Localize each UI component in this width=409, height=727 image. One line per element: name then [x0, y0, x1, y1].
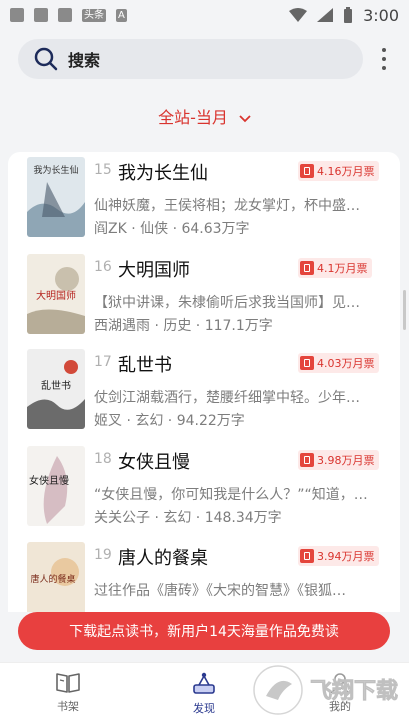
book-title: 女侠且慢 — [118, 452, 190, 473]
book-cover: 乱世书 — [27, 349, 85, 429]
lock-icon — [58, 8, 72, 22]
more-dot — [382, 48, 386, 53]
toutiao-badge: 头条 — [82, 8, 106, 22]
book-title: 我为长生仙 — [118, 163, 208, 184]
chevron-down-icon — [239, 114, 251, 122]
book-meta: 阎ZK · 仙侠 · 64.63万字 — [94, 221, 250, 237]
search-bar[interactable]: 搜索 — [18, 39, 363, 79]
book-description: “女侠且慢，你可知我是什么人？”“知道，… — [94, 487, 368, 503]
open-book-icon — [56, 673, 80, 693]
ticket-icon — [300, 453, 314, 467]
book-description: 仗剑江湖载酒行，楚腰纤细掌中轻。少年… — [94, 390, 360, 406]
book-item[interactable]: 我为长生仙 15 我为长生仙 4.16万月票 仙神妖魔，王侯将相；龙女掌灯，杯中… — [8, 157, 400, 253]
book-cover: 我为长生仙 — [27, 157, 85, 237]
book-rank: 18 — [94, 451, 112, 467]
promo-text: 下载起点读书，新用户14天海量作品免费读 — [69, 624, 339, 640]
download-promo-button[interactable]: 下载起点读书，新用户14天海量作品免费读 — [18, 612, 390, 650]
monthly-ticket-badge: 3.94万月票 — [298, 546, 379, 566]
svg-text:乱世书: 乱世书 — [41, 380, 71, 392]
status-bar: 头条 A 3:00 — [0, 0, 409, 30]
ticket-count: 4.1万月票 — [317, 262, 368, 275]
book-description: 仙神妖魔，王侯将相；龙女掌灯，杯中盛… — [94, 198, 360, 214]
book-meta: 姬叉 · 玄幻 · 94.22万字 — [94, 413, 245, 429]
gallery-icon — [10, 8, 24, 22]
book-list[interactable]: 我为长生仙 15 我为长生仙 4.16万月票 仙神妖魔，王侯将相；龙女掌灯，杯中… — [8, 152, 400, 612]
book-meta: 西湖遇雨 · 历史 · 117.1万字 — [94, 318, 273, 334]
battery-icon — [344, 7, 353, 23]
book-rank: 17 — [94, 354, 112, 370]
book-item[interactable]: 大明国师 16 大明国师 4.1万月票 【狱中讲课，朱棣偷听后求我当国师】见… … — [8, 254, 400, 350]
ticket-count: 4.16万月票 — [317, 165, 375, 178]
scrollbar[interactable] — [403, 290, 406, 330]
book-description: 【狱中讲课，朱棣偷听后求我当国师】见… — [94, 295, 360, 311]
tab-discover[interactable]: 发现 — [174, 671, 234, 716]
book-title: 大明国师 — [118, 260, 190, 281]
more-dot — [382, 56, 386, 61]
ticket-icon — [300, 261, 314, 275]
ranking-filter[interactable]: 全站-当月 — [0, 104, 409, 128]
monthly-ticket-badge: 4.16万月票 — [298, 161, 379, 181]
ticket-count: 3.98万月票 — [317, 454, 375, 467]
discover-icon — [193, 672, 215, 694]
book-cover: 唐人的餐桌 — [27, 542, 85, 612]
book-rank: 19 — [94, 547, 112, 563]
monthly-ticket-badge: 4.1万月票 — [298, 258, 372, 278]
ticket-count: 4.03万月票 — [317, 357, 375, 370]
book-item[interactable]: 唐人的餐桌 19 唐人的餐桌 3.94万月票 过往作品《唐砖》《大宋的智慧》《银… — [8, 542, 400, 612]
filter-label: 全站-当月 — [158, 108, 228, 127]
book-title: 乱世书 — [118, 355, 172, 376]
more-options-button[interactable] — [372, 46, 396, 72]
svg-text:唐人的餐桌: 唐人的餐桌 — [30, 573, 75, 585]
svg-text:女侠且慢: 女侠且慢 — [29, 474, 69, 487]
book-rank: 15 — [94, 162, 112, 178]
tab-bookshelf[interactable]: 书架 — [38, 671, 98, 714]
monthly-ticket-badge: 3.98万月票 — [298, 450, 379, 470]
ticket-icon — [300, 164, 314, 178]
book-title: 唐人的餐桌 — [118, 548, 208, 569]
ticket-count: 3.94万月票 — [317, 550, 375, 563]
more-dot — [382, 65, 386, 70]
ticket-icon — [300, 549, 314, 563]
book-meta: 关关公子 · 玄幻 · 148.34万字 — [94, 510, 282, 526]
monthly-ticket-badge: 4.03万月票 — [298, 353, 379, 373]
book-item[interactable]: 乱世书 17 乱世书 4.03万月票 仗剑江湖载酒行，楚腰纤细掌中轻。少年… 姬… — [8, 349, 400, 445]
book-cover: 大明国师 — [27, 254, 85, 334]
signal-icon — [317, 8, 334, 22]
watermark-logo: 飞翔下载 — [253, 665, 398, 715]
book-item[interactable]: 女侠且慢 18 女侠且慢 3.98万月票 “女侠且慢，你可知我是什么人？”“知道… — [8, 446, 400, 542]
book-cover: 女侠且慢 — [27, 446, 85, 526]
book-rank: 16 — [94, 259, 112, 275]
book-icon — [34, 8, 48, 22]
svg-text:我为长生仙: 我为长生仙 — [33, 164, 78, 176]
search-icon — [34, 47, 58, 71]
tab-label: 书架 — [57, 700, 79, 713]
tab-label: 发现 — [193, 702, 215, 715]
svg-text:飞翔下载: 飞翔下载 — [310, 678, 398, 704]
wifi-icon — [289, 8, 308, 22]
book-description: 过往作品《唐砖》《大宋的智慧》《银狐… — [94, 583, 346, 599]
ticket-icon — [300, 356, 314, 370]
clock: 3:00 — [363, 5, 399, 25]
search-label: 搜索 — [68, 51, 101, 70]
svg-text:大明国师: 大明国师 — [36, 289, 76, 302]
a-badge: A — [116, 8, 127, 22]
